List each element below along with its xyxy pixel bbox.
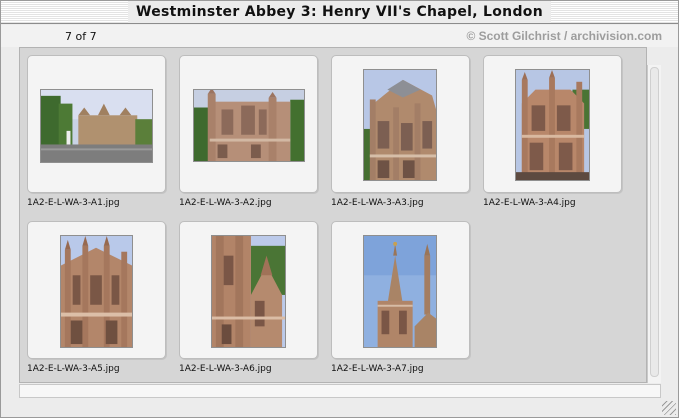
info-bar: 7 of 7 © Scott Gilchrist / archivision.c… [1,25,678,47]
image-count: 7 of 7 [65,30,97,43]
copyright-credit: © Scott Gilchrist / archivision.com [466,29,662,43]
thumbnail-filename-a2: 1A2-E-L-WA-3-A2.jpg [179,198,272,208]
title-bar[interactable]: Westminster Abbey 3: Henry VII's Chapel,… [1,1,678,24]
thumbnail-image-a4[interactable] [515,69,590,181]
thumbnail-filename-a5: 1A2-E-L-WA-3-A5.jpg [27,364,120,374]
thumbnail-card-a1[interactable] [27,55,166,193]
thumbnail-filename-a1: 1A2-E-L-WA-3-A1.jpg [27,198,120,208]
thumbnail-card-a7[interactable] [331,221,470,359]
resize-grip-icon[interactable] [662,401,676,415]
vertical-scrollbar[interactable] [647,65,661,383]
thumbnail-filename-a4: 1A2-E-L-WA-3-A4.jpg [483,198,576,208]
thumbnail-card-a6[interactable] [179,221,318,359]
thumbnail-card-a2[interactable] [179,55,318,193]
thumbnail-image-a1[interactable] [40,89,153,163]
thumbnail-image-a5[interactable] [60,235,133,348]
thumbnail-image-a3[interactable] [363,69,437,181]
thumbnail-image-a2[interactable] [193,89,305,162]
thumbnail-image-a6[interactable] [211,235,286,348]
vertical-scroll-thumb[interactable] [650,67,659,377]
thumbnail-card-a3[interactable] [331,55,470,193]
thumbnail-card-a4[interactable] [483,55,622,193]
thumbnail-filename-a3: 1A2-E-L-WA-3-A3.jpg [331,198,424,208]
thumbnail-filename-a6: 1A2-E-L-WA-3-A6.jpg [179,364,272,374]
thumbnail-card-a5[interactable] [27,221,166,359]
horizontal-scrollbar[interactable] [19,384,661,398]
thumbnail-image-a7[interactable] [363,235,437,348]
image-browser-window: Westminster Abbey 3: Henry VII's Chapel,… [0,0,679,418]
thumbnail-filename-a7: 1A2-E-L-WA-3-A7.jpg [331,364,424,374]
window-title: Westminster Abbey 3: Henry VII's Chapel,… [128,1,551,23]
